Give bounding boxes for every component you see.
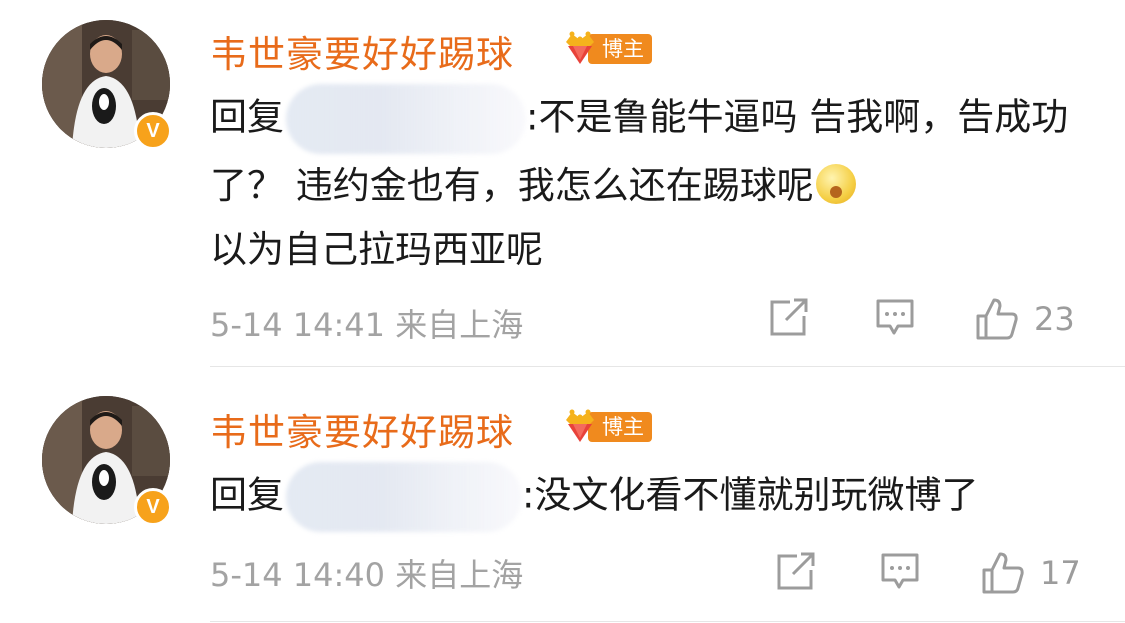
thumbs-up-icon <box>982 552 1024 594</box>
comment-body: :没文化看不懂就别玩微博了 <box>522 473 979 517</box>
location: 来自上海 <box>395 306 524 344</box>
like-count: 17 <box>1040 554 1081 592</box>
comment-text: 回复 :没文化看不懂就别玩微博了 <box>210 462 1090 532</box>
divider <box>210 366 1125 367</box>
thinking-face-icon <box>815 164 856 204</box>
blogger-badge: 博主 <box>560 408 652 446</box>
comment-meta: 5-14 14:41 来自上海 <box>210 300 523 346</box>
reply-button[interactable] <box>879 550 921 592</box>
comment-icon <box>876 299 914 335</box>
like-count: 23 <box>1034 300 1075 338</box>
comment-meta: 5-14 14:40 来自上海 <box>210 550 523 596</box>
verified-icon: V <box>134 112 172 150</box>
comment-item: V 韦世豪要好好踢球 博主 回复 :没文化看不懂就别玩微博了 5-14 14:40… <box>0 368 1125 623</box>
share-icon <box>770 298 808 336</box>
timestamp: 5-14 14:40 <box>210 556 386 594</box>
reply-prefix: 回复 <box>210 95 284 139</box>
comment-icon <box>881 553 919 589</box>
verified-icon: V <box>134 488 172 526</box>
avatar[interactable]: V <box>42 396 172 526</box>
crown-gem-icon <box>560 408 600 446</box>
like-button[interactable]: 23 <box>974 296 1075 342</box>
timestamp: 5-14 14:41 <box>210 306 386 344</box>
blogger-badge: 博主 <box>560 30 652 68</box>
thumbs-up-icon <box>976 298 1018 340</box>
crown-gem-icon <box>560 30 600 68</box>
username[interactable]: 韦世豪要好好踢球 <box>210 402 514 456</box>
username[interactable]: 韦世豪要好好踢球 <box>210 24 514 78</box>
avatar[interactable]: V <box>42 20 172 150</box>
reply-button[interactable] <box>874 296 916 338</box>
location: 来自上海 <box>395 556 524 594</box>
like-button[interactable]: 17 <box>980 550 1081 596</box>
comment-body-tail: 以为自己拉玛西亚呢 <box>210 228 543 271</box>
comment-item: V 韦世豪要好好踢球 博主 回复:不是鲁能牛逼吗 告我啊，告成功了？ 违约金也有… <box>0 0 1125 367</box>
comment-text: 回复:不是鲁能牛逼吗 告我啊，告成功了？ 违约金也有，我怎么还在踢球呢 以为自己… <box>210 84 1090 282</box>
share-icon <box>777 552 815 590</box>
share-button[interactable] <box>775 550 817 592</box>
reply-prefix: 回复 <box>210 473 284 517</box>
blurred-username <box>286 462 522 532</box>
divider <box>210 621 1125 622</box>
blurred-username <box>286 84 526 154</box>
share-button[interactable] <box>768 296 810 338</box>
